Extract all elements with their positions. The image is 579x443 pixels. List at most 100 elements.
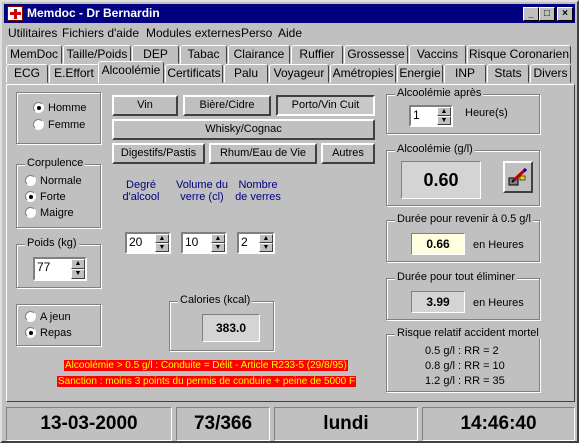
autres-button[interactable]: Autres — [321, 143, 375, 164]
apres-up-icon[interactable]: ▲ — [437, 107, 451, 116]
duree-all-group: Durée pour tout éliminer 3.99 en Heures — [386, 271, 540, 320]
volume-label: Volume du verre (cl) — [176, 179, 228, 203]
nombre-label: Nombre de verres — [235, 179, 281, 203]
tab-alcoolemie[interactable]: Alcoolémie — [98, 61, 164, 83]
status-date: 13-03-2000 — [6, 407, 172, 441]
vin-button[interactable]: Vin — [112, 95, 178, 116]
duree-all-unit: en Heures — [473, 297, 524, 309]
nombre-value: 2 — [241, 235, 248, 249]
tab-e-effort[interactable]: E.Effort — [49, 64, 99, 83]
porto-button[interactable]: Porto/Vin Cuit — [276, 95, 375, 116]
nombre-down-icon[interactable]: ▼ — [259, 243, 273, 252]
tab-energie[interactable]: Energie — [397, 64, 443, 83]
digestifs-button[interactable]: Digestifs/Pastis — [112, 143, 205, 164]
status-time: 14:46:40 — [422, 407, 575, 441]
radio-normale[interactable]: Normale — [25, 175, 82, 187]
tab-voyageur[interactable]: Voyageur — [269, 64, 329, 83]
status-day-of-year: 73/366 — [176, 407, 270, 441]
rhum-button[interactable]: Rhum/Eau de Vie — [209, 143, 317, 164]
apres-group: Alcoolémie après 1 ▲ ▼ Heure(s) — [386, 87, 540, 134]
radio-forte[interactable]: Forte — [25, 191, 66, 203]
alcoolemie-title: Alcoolémie (g/l) — [395, 143, 475, 155]
duree05-unit: en Heures — [473, 239, 524, 251]
sex-group: Homme Femme — [16, 92, 101, 144]
tab-ecg[interactable]: ECG — [6, 64, 48, 83]
nombre-stepper[interactable]: 2 ▲ ▼ — [237, 232, 275, 254]
degre-label: Degré d'alcool — [122, 179, 160, 203]
risque-group: Risque relatif accident mortel 0.5 g/l :… — [386, 327, 541, 392]
radio-a-jeun[interactable]: A jeun — [25, 311, 71, 323]
apres-stepper[interactable]: 1 ▲ ▼ — [409, 105, 453, 127]
tab-ruffier[interactable]: Ruffier — [291, 45, 343, 64]
menu-fichiers-aide[interactable]: Fichiers d'aide — [62, 26, 139, 40]
calories-group: Calories (kcal) 383.0 — [169, 294, 274, 351]
poids-group: Poids (kg) 77 ▲ ▼ — [16, 237, 101, 288]
alcoolemie-value: 0.60 — [401, 161, 481, 199]
tab-palu[interactable]: Palu — [224, 64, 268, 83]
poids-stepper[interactable]: 77 ▲ ▼ — [33, 257, 87, 281]
repas-group: A jeun Repas — [16, 304, 101, 346]
main-window: Memdoc - Dr Bernardin _ □ × Utilitaires … — [0, 0, 579, 443]
alcoolemie-group: Alcoolémie (g/l) 0.60 — [386, 143, 540, 206]
menu-utilitaires[interactable]: Utilitaires — [8, 26, 57, 40]
apres-title: Alcoolémie après — [395, 87, 484, 99]
calories-value: 383.0 — [202, 314, 260, 342]
tab-ametropies[interactable]: Amétropies — [330, 64, 396, 83]
duree-all-value: 3.99 — [411, 291, 465, 313]
volume-up-icon[interactable]: ▲ — [211, 234, 225, 243]
poids-down-icon[interactable]: ▼ — [71, 269, 85, 279]
menu-aide[interactable]: Aide — [278, 26, 302, 40]
degre-stepper[interactable]: 20 ▲ ▼ — [125, 232, 171, 254]
tab-divers[interactable]: Divers — [530, 64, 571, 83]
duree05-value: 0.66 — [411, 233, 465, 255]
degre-value: 20 — [129, 235, 143, 249]
radio-homme[interactable]: Homme — [33, 102, 87, 114]
corpulence-group: Corpulence Normale Forte Maigre — [16, 157, 101, 228]
minimize-button[interactable]: _ — [523, 7, 539, 21]
nombre-up-icon[interactable]: ▲ — [259, 234, 273, 243]
whisky-button[interactable]: Whisky/Cognac — [112, 119, 375, 140]
calculate-button[interactable] — [503, 161, 533, 193]
biere-button[interactable]: Bière/Cidre — [183, 95, 271, 116]
window-title: Memdoc - Dr Bernardin — [27, 6, 160, 20]
app-icon — [7, 6, 23, 21]
status-weekday: lundi — [274, 407, 418, 441]
radio-maigre[interactable]: Maigre — [25, 207, 74, 219]
warning-sanction: Sanction : moins 3 points du permis de c… — [57, 376, 357, 387]
corpulence-title: Corpulence — [25, 157, 86, 169]
degre-up-icon[interactable]: ▲ — [155, 234, 169, 243]
volume-value: 10 — [185, 235, 199, 249]
tab-inp[interactable]: INP — [444, 64, 486, 83]
menu-modules-externes[interactable]: Modules externes — [146, 26, 241, 40]
volume-down-icon[interactable]: ▼ — [211, 243, 225, 252]
risque-row: 1.2 g/l : RR = 35 — [425, 375, 505, 387]
risque-row: 0.5 g/l : RR = 2 — [425, 345, 499, 357]
poids-title: Poids (kg) — [25, 237, 79, 249]
tab-certificats[interactable]: Certificats — [165, 64, 223, 83]
duree-all-title: Durée pour tout éliminer — [395, 271, 518, 283]
tab-memdoc[interactable]: MemDoc — [6, 45, 62, 64]
risque-row: 0.8 g/l : RR = 10 — [425, 360, 505, 372]
tab-clairance[interactable]: Clairance — [228, 45, 290, 64]
apres-down-icon[interactable]: ▼ — [437, 116, 451, 125]
degre-down-icon[interactable]: ▼ — [155, 243, 169, 252]
calories-title: Calories (kcal) — [178, 294, 253, 306]
warning-conduite: Alcoolémie > 0.5 g/l : Conduite = Délit … — [64, 360, 348, 371]
radio-femme[interactable]: Femme — [33, 119, 85, 131]
apres-unit: Heure(s) — [465, 107, 508, 119]
maximize-button[interactable]: □ — [539, 7, 555, 21]
calculator-pencil-icon — [508, 167, 528, 186]
duree05-title: Durée pour revenir à 0.5 g/l — [395, 213, 533, 225]
radio-repas[interactable]: Repas — [25, 327, 72, 339]
menu-perso[interactable]: Perso — [241, 26, 272, 40]
volume-stepper[interactable]: 10 ▲ ▼ — [181, 232, 227, 254]
tab-tabac[interactable]: Tabac — [180, 45, 227, 64]
tab-grossesse[interactable]: Grossesse — [344, 45, 408, 64]
poids-up-icon[interactable]: ▲ — [71, 259, 85, 269]
tab-stats[interactable]: Stats — [487, 64, 529, 83]
tab-risque-coronarien[interactable]: Risque Coronarien — [467, 45, 571, 64]
duree05-group: Durée pour revenir à 0.5 g/l 0.66 en Heu… — [386, 213, 540, 262]
tab-vaccins[interactable]: Vaccins — [409, 45, 466, 64]
apres-value: 1 — [413, 108, 420, 122]
close-button[interactable]: × — [557, 7, 573, 21]
